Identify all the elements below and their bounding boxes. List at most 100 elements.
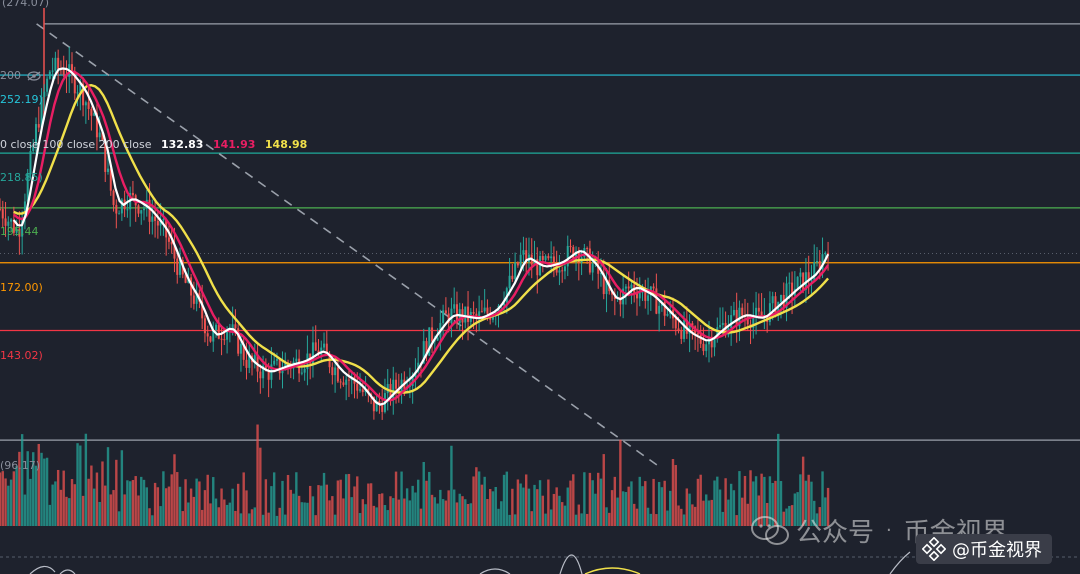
volume-bar	[505, 471, 509, 526]
fib-label-143: 143.02)	[0, 349, 43, 362]
volume-bar	[206, 474, 209, 526]
candle-body	[721, 322, 724, 326]
volume-bar	[563, 505, 567, 526]
candle-body	[1, 209, 4, 219]
volume-bar	[187, 502, 190, 526]
volume-bar	[652, 478, 655, 526]
volume-bar	[394, 471, 398, 526]
volume-bar	[688, 493, 691, 526]
volume-bar	[411, 485, 414, 526]
volume-bar	[511, 488, 514, 526]
volume-bar	[732, 490, 736, 526]
volume-bar	[721, 511, 725, 526]
volume-bar	[250, 509, 254, 526]
volume-bar	[92, 488, 96, 526]
ma-legend: 0 close 100 close 200 close 132.83 141.9…	[0, 138, 307, 151]
candlestick-chart[interactable]	[0, 0, 1080, 574]
candle-body	[331, 367, 334, 376]
volume-bar	[414, 492, 417, 526]
volume-bar	[669, 490, 672, 526]
volume-bar	[466, 504, 470, 526]
candle-body	[143, 208, 146, 211]
volume-bar	[314, 515, 317, 526]
candle-body	[339, 381, 342, 383]
volume-bar	[104, 485, 107, 526]
volume-bar	[90, 465, 93, 526]
candle-body	[131, 192, 134, 196]
volume-bar	[682, 514, 686, 526]
volume-bar	[610, 490, 614, 526]
candle-body	[154, 216, 157, 221]
volume-bar	[153, 482, 157, 526]
candle-body	[46, 78, 49, 92]
volume-bar	[242, 472, 245, 526]
volume-bar	[644, 481, 647, 526]
volume-bar	[735, 515, 738, 526]
volume-bar	[416, 479, 420, 526]
volume-bar	[558, 495, 561, 526]
volume-bar	[616, 497, 619, 526]
candle-body	[361, 389, 364, 393]
volume-bar	[159, 506, 162, 526]
candle-body	[486, 307, 489, 314]
volume-bar	[477, 471, 481, 526]
volume-bar	[433, 497, 437, 526]
chart-area[interactable]: (274.07) 252.19) 218.85) 195.44 172.00) …	[0, 0, 1080, 574]
candle-body	[112, 190, 115, 205]
volume-bar	[256, 424, 259, 526]
volume-bar	[536, 489, 539, 526]
candle-body	[98, 132, 101, 138]
candle-body	[442, 310, 445, 323]
candle-body	[508, 275, 511, 289]
volume-bar	[284, 514, 287, 526]
osc-line	[479, 554, 583, 574]
candle-body	[563, 266, 566, 272]
ma-legend-text: 0 close 100 close 200 close	[0, 138, 152, 151]
candle-body	[483, 307, 486, 312]
volume-bar	[212, 477, 215, 526]
candle-body	[514, 262, 517, 280]
volume-bar	[369, 483, 373, 526]
volume-bar	[181, 511, 184, 526]
visibility-eye-icon[interactable]	[27, 70, 41, 81]
volume-bar	[430, 494, 434, 526]
volume-bar	[525, 474, 528, 526]
volume-bar	[145, 487, 148, 526]
volume-bar	[519, 483, 522, 526]
candle-body	[323, 343, 326, 348]
volume-bar	[680, 508, 683, 526]
candle-body	[342, 382, 345, 385]
brand-badge: @币金视界	[916, 534, 1052, 564]
volume-bar	[275, 515, 279, 526]
candle-body	[259, 371, 262, 379]
volume-bar	[231, 488, 234, 526]
volume-bar	[225, 504, 229, 526]
volume-bar	[15, 466, 18, 526]
volume-bar	[184, 479, 187, 526]
volume-bar	[336, 480, 340, 526]
candle-body	[436, 337, 439, 341]
volume-bar	[40, 452, 43, 526]
candle-body	[824, 252, 827, 255]
volume-bar	[488, 489, 492, 526]
volume-bar	[702, 500, 705, 526]
volume-bar	[325, 484, 328, 526]
volume-bar	[76, 443, 79, 526]
volume-bar	[37, 443, 40, 526]
volume-bar	[738, 471, 741, 526]
volume-bar	[403, 498, 406, 526]
volume-bar	[73, 484, 76, 526]
candle-body	[713, 339, 716, 348]
candle-body	[674, 318, 677, 329]
candle-body	[295, 358, 298, 362]
volume-bar	[12, 471, 16, 526]
volume-bar	[29, 478, 32, 526]
volume-bar	[272, 472, 276, 526]
volume-bar	[220, 488, 223, 526]
watermark-dot: ·	[886, 520, 892, 541]
volume-bar	[140, 476, 143, 526]
volume-bar	[62, 470, 65, 526]
volume-bar	[353, 486, 356, 526]
volume-bar	[95, 472, 99, 526]
volume-bar	[585, 513, 589, 526]
